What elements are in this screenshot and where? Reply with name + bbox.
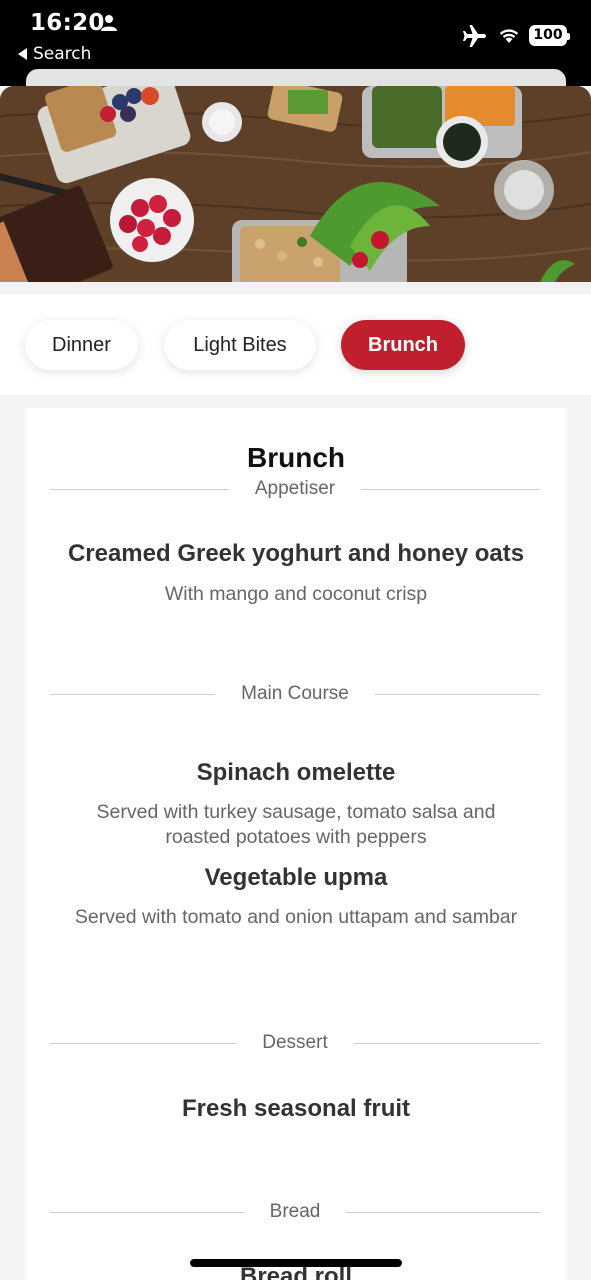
menu-title: Brunch	[247, 442, 345, 473]
divider-line	[50, 488, 229, 490]
divider-line	[361, 488, 540, 490]
battery-icon: 100	[529, 25, 570, 46]
divider-line	[50, 693, 216, 695]
menu-card: Brunch Appetiser Creamed Greek yoghurt a…	[26, 408, 566, 1280]
divider-line	[374, 693, 540, 695]
section-label: Appetiser	[254, 478, 336, 499]
tab-label: Brunch	[368, 333, 438, 356]
dish-description: With mango and coconut crisp	[164, 583, 428, 605]
hero-food-image	[0, 86, 591, 282]
dish-description: Served with tomato and onion uttapam and…	[74, 906, 518, 928]
back-label: Search	[33, 44, 92, 64]
section-header-appetiser: Appetiser	[50, 477, 540, 501]
section-label: Bread	[269, 1201, 321, 1222]
dish-name: Spinach omelette	[196, 759, 396, 786]
menu-tabs: Dinner Light Bites Brunch	[0, 294, 591, 395]
dish-name: Vegetable upma	[204, 864, 388, 891]
divider-line	[346, 1211, 541, 1213]
person-icon	[101, 15, 117, 31]
divider-line	[50, 1211, 244, 1213]
dish-name: Creamed Greek yoghurt and honey oats	[67, 540, 525, 567]
section-header-bread: Bread	[50, 1200, 541, 1224]
section-label: Main Course	[241, 683, 349, 704]
status-time: 16:20	[30, 10, 105, 36]
dish-description: Served with turkey sausage, tomato salsa…	[96, 801, 496, 848]
section-header-main-course: Main Course	[50, 682, 540, 706]
hero-divider	[0, 282, 591, 294]
dish-name: Fresh seasonal fruit	[181, 1095, 411, 1122]
wifi-icon	[499, 29, 519, 43]
home-indicator[interactable]	[190, 1259, 402, 1267]
tab-light-bites[interactable]: Light Bites	[164, 320, 316, 370]
tab-brunch[interactable]: Brunch	[341, 320, 465, 370]
section-label: Dessert	[262, 1032, 328, 1053]
section-header-dessert: Dessert	[50, 1031, 540, 1055]
divider-line	[50, 1042, 237, 1044]
tab-dinner[interactable]: Dinner	[25, 320, 138, 370]
back-arrow-icon	[18, 48, 27, 60]
divider-line	[353, 1042, 540, 1044]
airplane-mode-icon	[463, 25, 486, 47]
back-to-search-link[interactable]: Search	[18, 44, 91, 64]
tab-label: Light Bites	[193, 333, 287, 356]
tab-label: Dinner	[52, 333, 111, 356]
